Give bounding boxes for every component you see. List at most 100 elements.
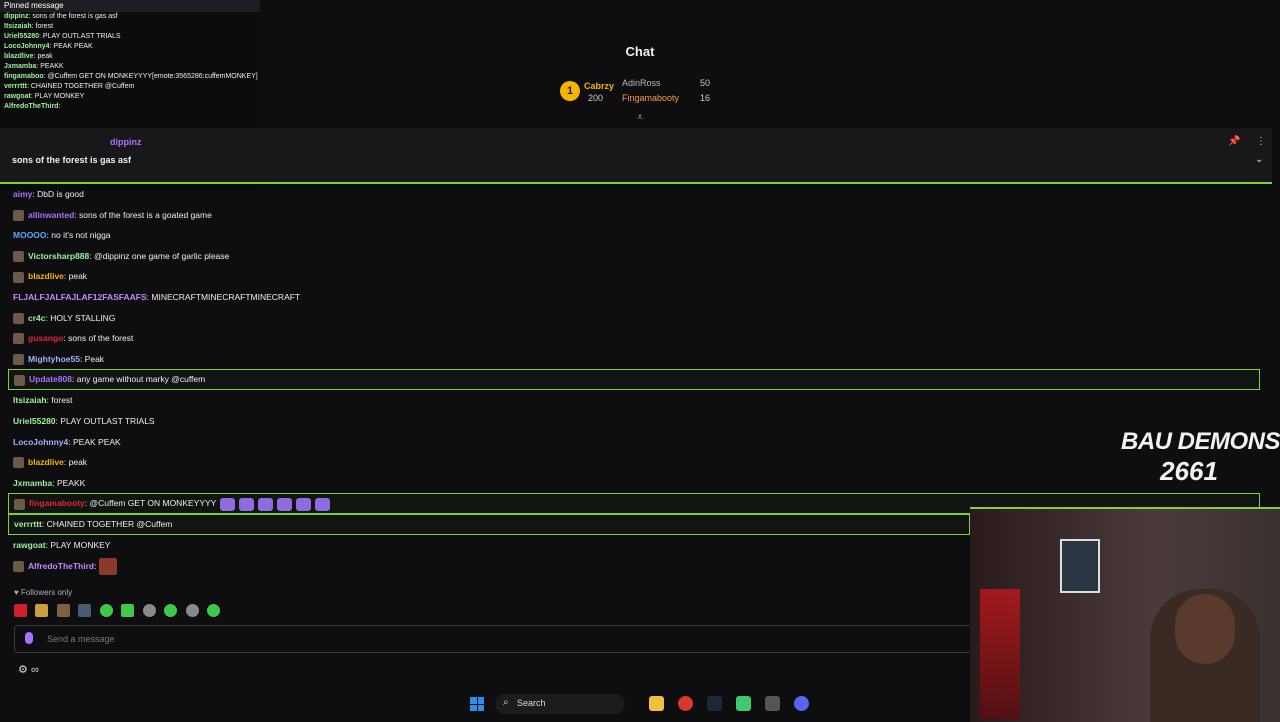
- chat-username[interactable]: Uriel55280: [13, 416, 56, 426]
- monkey-emote[interactable]: [315, 497, 331, 511]
- user-badge-icon: [13, 209, 24, 221]
- chat-text: : peak: [63, 457, 88, 468]
- mini-chat-text: sons of the forest is gas asf: [32, 13, 118, 20]
- chat-username[interactable]: rawgoat: [13, 540, 46, 550]
- chat-username[interactable]: AlfredoTheThird: [28, 561, 94, 571]
- chat-username[interactable]: Itsizaiah: [13, 395, 47, 405]
- user-badge-icon: [13, 333, 24, 345]
- emote[interactable]: [142, 604, 156, 618]
- rank-badge: 1: [560, 81, 580, 101]
- message-input[interactable]: [45, 629, 949, 649]
- chat-username[interactable]: FLJALFJALFAJLAF12FASFAAFS: [13, 292, 147, 302]
- overlay-count: 2661: [1160, 456, 1218, 486]
- chat-text: : sons of the forest is a goated game: [74, 209, 212, 220]
- emote-picker-icon[interactable]: [25, 632, 33, 644]
- chat-message[interactable]: MOOOO: no it's not nigga: [0, 225, 1272, 246]
- chat-username[interactable]: blazdlive: [28, 271, 64, 281]
- mini-chat-user: dippinz: [4, 13, 29, 20]
- emote[interactable]: [14, 604, 27, 618]
- mini-chat-text: PLAY OUTLAST TRIALS: [42, 33, 121, 40]
- infinity-icon[interactable]: ∞: [31, 664, 39, 676]
- emote[interactable]: [56, 604, 70, 618]
- mini-chat-user: Uriel55280: [4, 33, 40, 40]
- mini-chat-user: Jxmamba: [4, 63, 37, 70]
- chat-message[interactable]: Update808: any game without marky @cuffe…: [8, 369, 1260, 391]
- chat-message[interactable]: blazdlive: peak: [0, 266, 1272, 287]
- chat-username[interactable]: Update808: [29, 374, 72, 384]
- chat-username[interactable]: Victorsharp888: [28, 251, 89, 261]
- leader-first-name: Cabrzy: [584, 81, 615, 91]
- discord-icon[interactable]: [794, 696, 809, 711]
- monkey-emote[interactable]: [258, 497, 274, 511]
- image-emote[interactable]: [99, 558, 118, 576]
- chat-username[interactable]: allinwanted: [28, 210, 74, 220]
- emote-bar[interactable]: [14, 602, 224, 618]
- chat-message[interactable]: gusango: sons of the forest: [0, 328, 1272, 349]
- chat-message[interactable]: verrrttt: CHAINED TOGETHER @Cuffem: [8, 514, 970, 536]
- chat-message[interactable]: cr4c: HOLY STALLING: [0, 308, 1272, 329]
- chat-message[interactable]: LocoJohnny4: PEAK PEAK: [0, 432, 1272, 453]
- monkey-emote[interactable]: [220, 497, 236, 511]
- chat-message[interactable]: Jxmamba: PEAKK: [0, 473, 1272, 494]
- chat-text: : PEAKK: [52, 477, 86, 488]
- chat-username[interactable]: gusango: [28, 333, 63, 343]
- chat-text: : @Cuffem GET ON MONKEYYYY: [84, 498, 217, 509]
- chat-username[interactable]: LocoJohnny4: [13, 437, 68, 447]
- pinned-user[interactable]: dippinz: [110, 137, 142, 147]
- more-options-icon[interactable]: ⋮: [1256, 136, 1266, 147]
- emote[interactable]: [164, 604, 178, 618]
- chat-message[interactable]: Itsizaiah: forest: [0, 390, 1272, 411]
- collapse-arrow-icon[interactable]: ⩡: [634, 112, 646, 123]
- chat-settings-icons[interactable]: ⚙ ∞: [18, 663, 39, 676]
- chat-message[interactable]: Mightyhoe55: Peak: [0, 349, 1272, 370]
- chat-text: : MINECRAFTMINECRAFTMINECRAFT: [146, 291, 301, 302]
- chat-text: : CHAINED TOGETHER @Cuffem: [41, 519, 173, 530]
- emote[interactable]: [99, 604, 113, 618]
- chat-message[interactable]: Victorsharp888: @dippinz one game of gar…: [0, 246, 1272, 267]
- leader-first-count: 200: [588, 93, 604, 103]
- mini-chat-user: AlfredoTheThird: [4, 103, 59, 110]
- chat-text: : sons of the forest: [63, 333, 134, 344]
- chrome-icon[interactable]: [678, 696, 693, 711]
- user-badge-icon: [13, 561, 24, 573]
- steam-icon[interactable]: [707, 696, 722, 711]
- chat-text: : HOLY STALLING: [45, 312, 116, 323]
- chat-message[interactable]: Uriel55280: PLAY OUTLAST TRIALS: [0, 411, 1272, 432]
- emote[interactable]: [35, 604, 49, 618]
- chat-leaderboard[interactable]: 1 Cabrzy 200 AdinRoss 50 Fingamabooty 16: [560, 78, 740, 108]
- chat-username[interactable]: aimy: [13, 189, 32, 199]
- chevron-down-icon[interactable]: ⌄: [1255, 154, 1263, 165]
- wall-poster: [1060, 539, 1100, 593]
- chat-username[interactable]: Mightyhoe55: [28, 354, 80, 364]
- leader-third-name: Fingamabooty: [622, 93, 680, 103]
- chat-message[interactable]: FLJALFJALFAJLAF12FASFAAFS: MINECRAFTMINE…: [0, 287, 1272, 308]
- chat-message[interactable]: blazdlive: peak: [0, 452, 1272, 473]
- file-explorer-icon[interactable]: [649, 696, 664, 711]
- chat-message[interactable]: aimy: DbD is good: [0, 184, 1272, 205]
- chat-username[interactable]: cr4c: [28, 313, 46, 323]
- chat-username[interactable]: Jxmamba: [13, 478, 52, 488]
- message-input-container[interactable]: [14, 625, 973, 653]
- settings-icon[interactable]: ⚙: [18, 664, 28, 676]
- pinned-message[interactable]: dippinz sons of the forest is gas asf 📌 …: [0, 128, 1272, 184]
- chat-username[interactable]: blazdlive: [28, 457, 64, 467]
- chat-message[interactable]: allinwanted: sons of the forest is a goa…: [0, 205, 1272, 226]
- emote[interactable]: [78, 604, 92, 618]
- monkey-emote[interactable]: [239, 497, 255, 511]
- chat-username[interactable]: MOOOO: [13, 230, 47, 240]
- emote[interactable]: [185, 604, 199, 618]
- pin-icon[interactable]: 📌: [1228, 136, 1240, 147]
- webcam-feed: [970, 507, 1280, 722]
- emote[interactable]: [121, 604, 135, 618]
- app-icon[interactable]: [765, 696, 780, 711]
- windows-start-icon[interactable]: [470, 697, 484, 711]
- monkey-emote[interactable]: [296, 497, 312, 511]
- emote[interactable]: [207, 604, 221, 618]
- app-icon[interactable]: [736, 696, 751, 711]
- chat-text: : PEAK PEAK: [68, 436, 121, 447]
- chat-username[interactable]: fingamabooty: [29, 498, 85, 508]
- chat-username[interactable]: verrrttt: [14, 519, 42, 529]
- monkey-emote[interactable]: [277, 497, 293, 511]
- taskbar-search[interactable]: ⌕ Search: [495, 694, 625, 714]
- mini-chat-user: fingamaboo: [4, 73, 44, 80]
